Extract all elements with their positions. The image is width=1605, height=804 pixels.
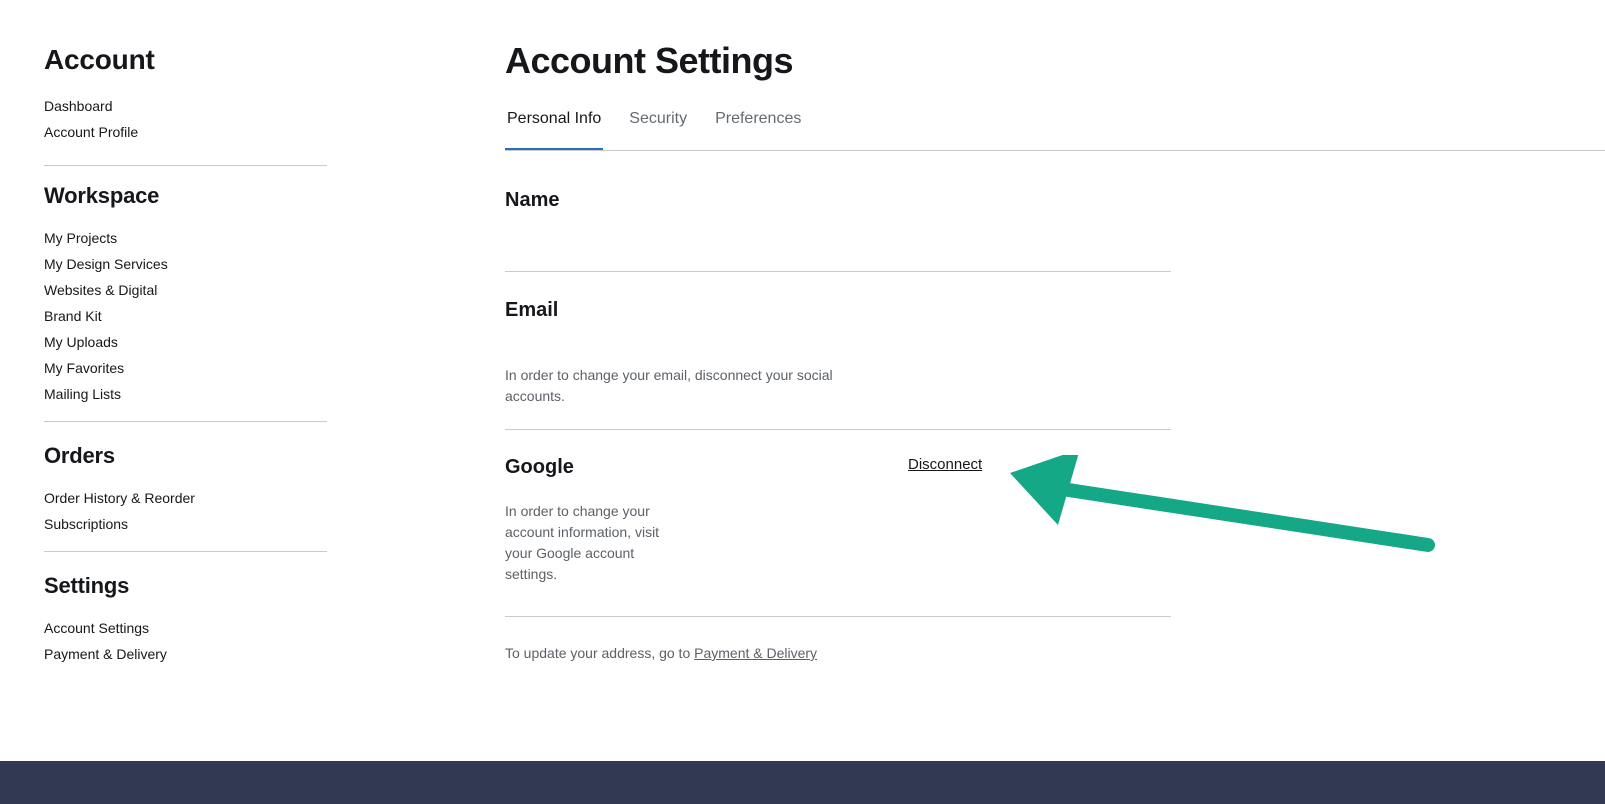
sidebar-heading-settings: Settings [44,573,130,598]
sidebar-item-account-profile[interactable]: Account Profile [44,119,327,145]
google-heading: Google [505,456,574,478]
sidebar-item-my-favorites[interactable]: My Favorites [44,355,327,381]
page: Account Dashboard Account Profile Worksp… [0,0,1605,804]
sidebar-item-order-history[interactable]: Order History & Reorder [44,485,327,511]
page-title: Account Settings [505,40,794,81]
sidebar-item-brand-kit[interactable]: Brand Kit [44,303,327,329]
disconnect-link[interactable]: Disconnect [908,456,982,473]
sidebar-heading-account: Account [44,44,155,75]
email-section: Email In order to change your email, dis… [505,272,1171,430]
sidebar-item-payment-delivery[interactable]: Payment & Delivery [44,641,327,667]
address-note-text: To update your address, go to [505,645,695,661]
sidebar-item-my-projects[interactable]: My Projects [44,225,327,251]
google-help-text: In order to change your account informat… [505,503,660,582]
sidebar-group-account: Account Dashboard Account Profile [44,44,327,166]
sidebar-item-dashboard[interactable]: Dashboard [44,93,327,119]
tab-security[interactable]: Security [627,110,689,149]
sidebar-item-subscriptions[interactable]: Subscriptions [44,511,327,537]
sidebar-heading-workspace: Workspace [44,183,160,208]
sidebar-item-my-uploads[interactable]: My Uploads [44,329,327,355]
sidebar-group-workspace: Workspace My Projects My Design Services… [44,183,327,422]
tab-personal-info[interactable]: Personal Info [505,110,604,150]
sidebar: Account Dashboard Account Profile Worksp… [44,44,327,702]
sidebar-item-mailing-lists[interactable]: Mailing Lists [44,381,327,407]
tab-preferences[interactable]: Preferences [713,110,803,149]
address-note: To update your address, go to Payment & … [505,645,1605,661]
tab-bar: Personal Info Security Preferences [505,110,1605,151]
email-heading: Email [505,299,559,321]
sidebar-item-my-design-services[interactable]: My Design Services [44,251,327,277]
name-heading: Name [505,189,560,211]
sidebar-heading-orders: Orders [44,443,115,468]
sidebar-item-websites-digital[interactable]: Websites & Digital [44,277,327,303]
sidebar-group-settings: Settings Account Settings Payment & Deli… [44,573,327,681]
payment-delivery-link[interactable]: Payment & Delivery [694,645,817,661]
sidebar-group-orders: Orders Order History & Reorder Subscript… [44,443,327,552]
arrow-icon [1010,455,1435,552]
footer-bar [0,761,1605,804]
sidebar-item-account-settings[interactable]: Account Settings [44,615,327,641]
email-help-text: In order to change your email, disconnec… [505,367,833,404]
name-section: Name [505,151,1171,272]
